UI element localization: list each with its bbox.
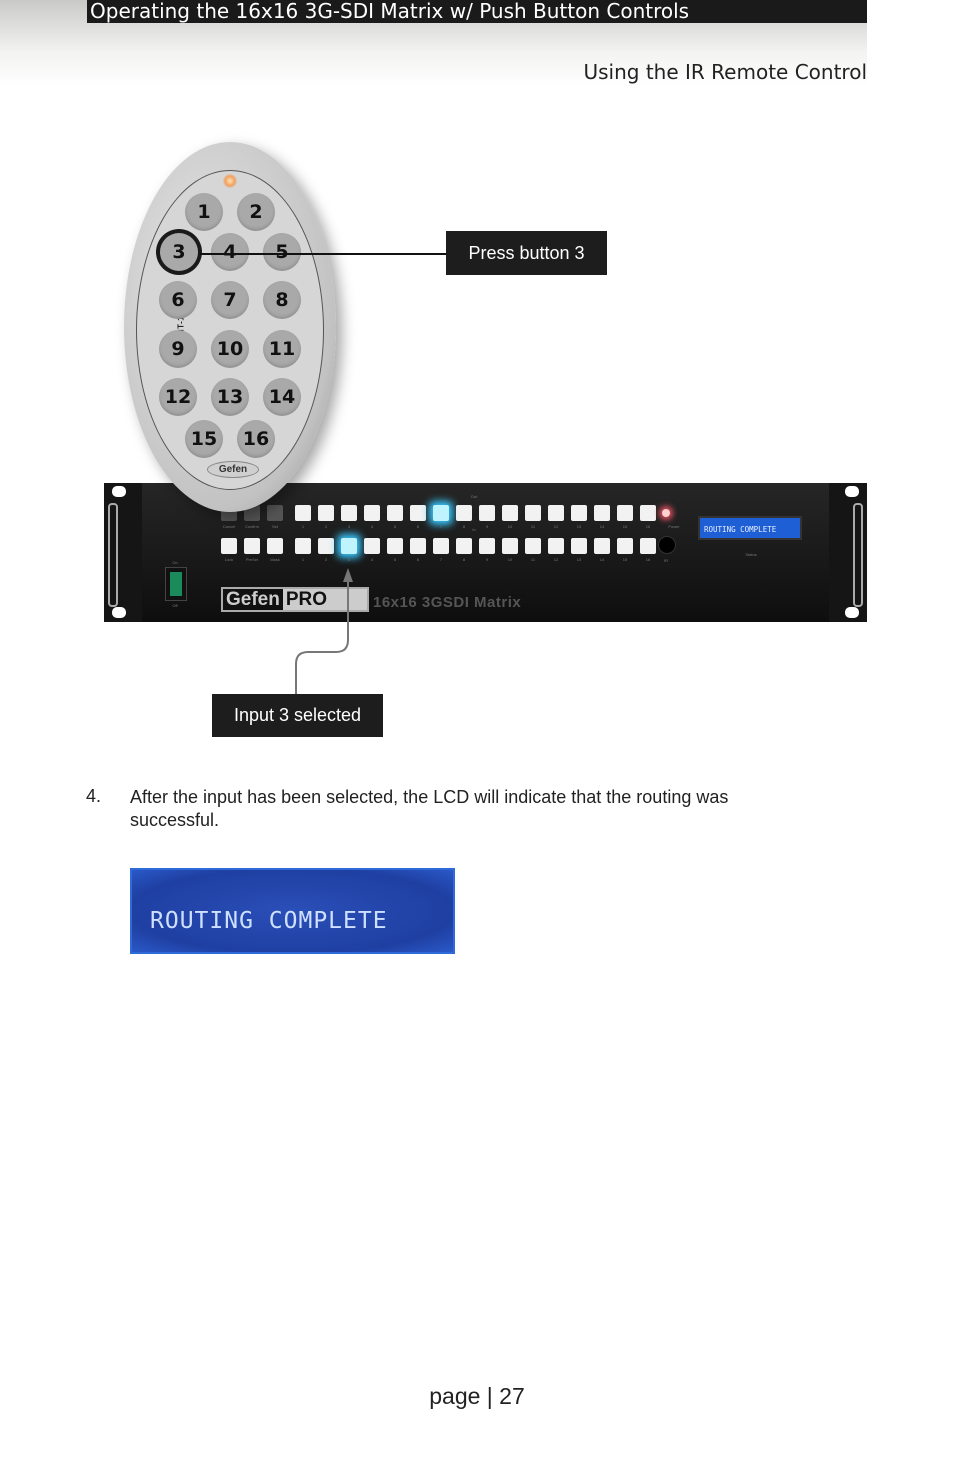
lcd-display: ROUTING COMPLETE xyxy=(130,868,455,954)
lcd-text: ROUTING COMPLETE xyxy=(150,908,388,934)
input-selected-callout: Input 3 selected xyxy=(212,694,383,737)
step-text: After the input has been selected, the L… xyxy=(130,787,729,830)
input-leader-line xyxy=(295,568,353,694)
step-number: 4. xyxy=(86,786,102,806)
page-number: page | 27 xyxy=(429,1383,525,1409)
manual-page: Operating the 16x16 3G-SDI Matrix w/ Pus… xyxy=(0,0,954,1475)
